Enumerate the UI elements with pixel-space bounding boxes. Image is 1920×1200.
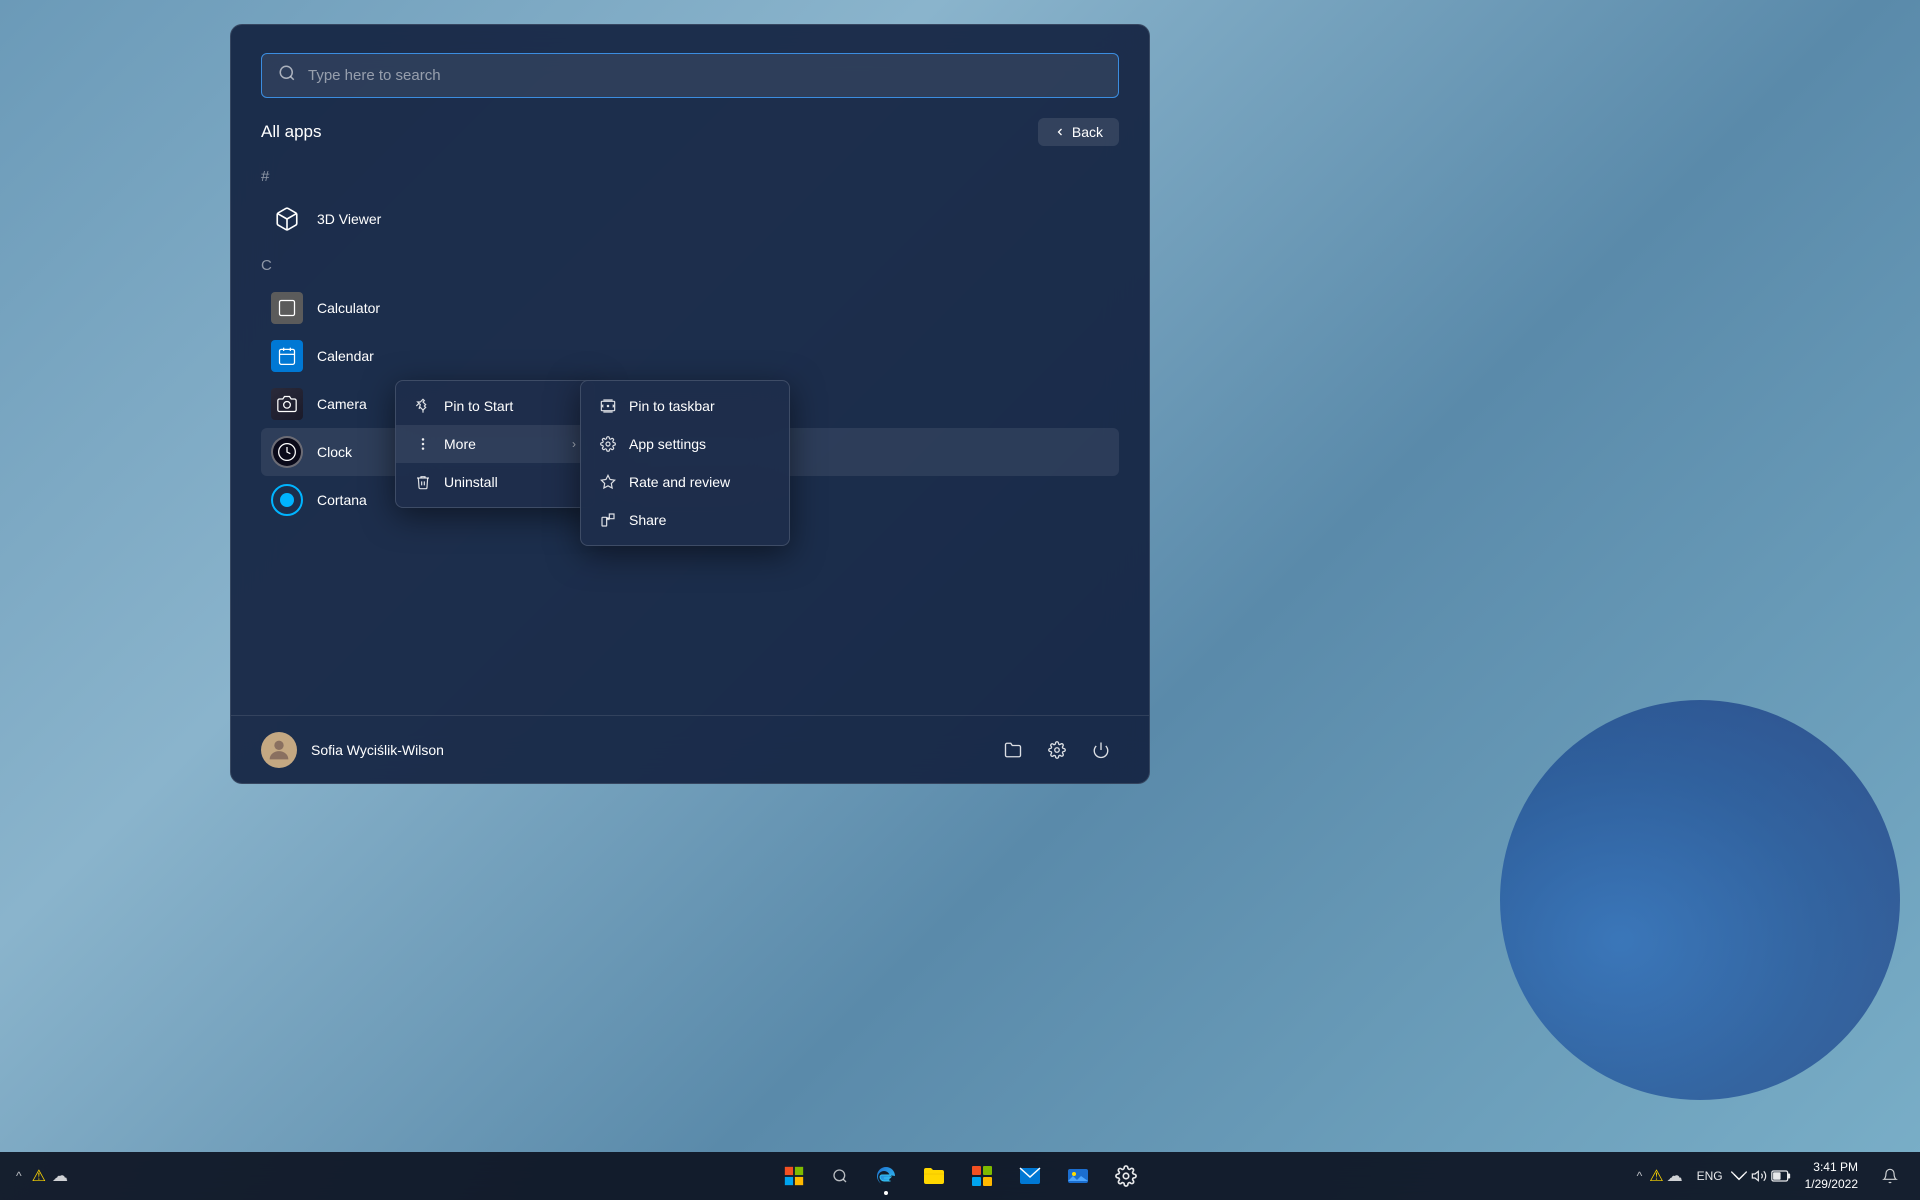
taskbar-pin-icon bbox=[599, 397, 617, 415]
sub-menu-share[interactable]: Share bbox=[581, 501, 789, 539]
more-icon bbox=[414, 435, 432, 453]
search-placeholder-text: Type here to search bbox=[308, 67, 441, 84]
section-letter-c: C bbox=[261, 253, 1119, 278]
language-indicator[interactable]: ENG bbox=[1693, 1169, 1727, 1183]
trash-icon bbox=[414, 473, 432, 491]
user-avatar[interactable] bbox=[261, 732, 297, 768]
warning-icon[interactable]: ⚠ bbox=[32, 1166, 46, 1186]
active-indicator bbox=[884, 1191, 888, 1195]
pin-to-start-label: Pin to Start bbox=[444, 398, 513, 414]
taskbar-search-button[interactable] bbox=[820, 1154, 860, 1198]
app-name-calculator: Calculator bbox=[317, 300, 380, 316]
app-name-3dviewer: 3D Viewer bbox=[317, 211, 381, 227]
app-list-header: All apps Back bbox=[261, 118, 1119, 146]
app-icon-calculator bbox=[271, 292, 303, 324]
network-icon[interactable] bbox=[1731, 1168, 1747, 1184]
rate-review-label: Rate and review bbox=[629, 474, 730, 490]
user-bar-actions bbox=[995, 732, 1119, 768]
taskbar-left: ^ ⚠ ☁ bbox=[12, 1166, 68, 1186]
taskbar-mail-button[interactable] bbox=[1008, 1154, 1052, 1198]
app-settings-label: App settings bbox=[629, 436, 706, 452]
app-icon-clock bbox=[271, 436, 303, 468]
context-menu-more[interactable]: More › bbox=[396, 425, 594, 463]
system-icons: ENG bbox=[1693, 1168, 1791, 1184]
submenu-chevron-icon: › bbox=[572, 437, 576, 451]
app-name-cortana: Cortana bbox=[317, 492, 367, 508]
app-icon-3dviewer bbox=[271, 203, 303, 235]
app-icon-calendar bbox=[271, 340, 303, 372]
more-label: More bbox=[444, 436, 476, 452]
logo-ring bbox=[1500, 700, 1900, 1100]
taskbar-photos-button[interactable] bbox=[1056, 1154, 1100, 1198]
share-icon bbox=[599, 511, 617, 529]
taskbar-clock[interactable]: 3:41 PM 1/29/2022 bbox=[1797, 1159, 1866, 1193]
app-settings-icon bbox=[599, 435, 617, 453]
taskbar-edge-button[interactable] bbox=[864, 1154, 908, 1198]
overflow-chevron-icon[interactable]: ^ bbox=[12, 1167, 26, 1185]
search-bar[interactable]: Type here to search bbox=[261, 53, 1119, 98]
sub-menu-app-settings[interactable]: App settings bbox=[581, 425, 789, 463]
battery-icon[interactable] bbox=[1771, 1169, 1791, 1183]
section-letter-hash: # bbox=[261, 164, 1119, 189]
sub-context-menu: Pin to taskbar App settings Rate and rev… bbox=[580, 380, 790, 546]
taskbar: ^ ⚠ ☁ bbox=[0, 1152, 1920, 1200]
taskbar-center bbox=[772, 1154, 1148, 1198]
start-button[interactable] bbox=[772, 1154, 816, 1198]
file-explorer-button[interactable] bbox=[995, 732, 1031, 768]
app-name-calendar: Calendar bbox=[317, 348, 374, 364]
taskbar-settings-button[interactable] bbox=[1104, 1154, 1148, 1198]
app-icon-camera bbox=[271, 388, 303, 420]
search-icon bbox=[278, 64, 296, 87]
context-menu: Pin to Start More › Uninstall bbox=[395, 380, 595, 508]
notification-area[interactable]: ^ ⚠ ☁ bbox=[1629, 1166, 1687, 1186]
app-item-3dviewer[interactable]: 3D Viewer bbox=[261, 195, 1119, 243]
user-bar: Sofia Wyciślik-Wilson bbox=[231, 715, 1149, 783]
search-input-wrapper[interactable]: Type here to search bbox=[261, 53, 1119, 98]
back-button-label: Back bbox=[1072, 124, 1103, 140]
taskbar-store-button[interactable] bbox=[960, 1154, 1004, 1198]
user-name: Sofia Wyciślik-Wilson bbox=[311, 742, 981, 758]
notification-center-button[interactable] bbox=[1872, 1158, 1908, 1194]
share-label: Share bbox=[629, 512, 666, 528]
context-menu-pin-to-start[interactable]: Pin to Start bbox=[396, 387, 594, 425]
settings-button[interactable] bbox=[1039, 732, 1075, 768]
sub-menu-pin-taskbar[interactable]: Pin to taskbar bbox=[581, 387, 789, 425]
taskbar-right: ^ ⚠ ☁ ENG 3:41 PM 1/29 bbox=[1629, 1158, 1908, 1194]
context-menu-uninstall[interactable]: Uninstall bbox=[396, 463, 594, 501]
all-apps-title: All apps bbox=[261, 122, 321, 142]
app-item-calculator[interactable]: Calculator bbox=[261, 284, 1119, 332]
back-button[interactable]: Back bbox=[1038, 118, 1119, 146]
warning-tray-icon[interactable]: ⚠ bbox=[1649, 1166, 1663, 1186]
pin-taskbar-label: Pin to taskbar bbox=[629, 398, 715, 414]
uninstall-label: Uninstall bbox=[444, 474, 498, 490]
app-icon-cortana bbox=[271, 484, 303, 516]
sub-menu-rate-review[interactable]: Rate and review bbox=[581, 463, 789, 501]
app-name-clock: Clock bbox=[317, 444, 352, 460]
desktop-decoration bbox=[1500, 700, 1920, 1120]
app-item-calendar[interactable]: Calendar bbox=[261, 332, 1119, 380]
app-name-camera: Camera bbox=[317, 396, 367, 412]
clock-time: 3:41 PM bbox=[1805, 1159, 1858, 1176]
system-tray-chevron-icon[interactable]: ^ bbox=[1633, 1167, 1647, 1185]
taskbar-file-explorer-button[interactable] bbox=[912, 1154, 956, 1198]
cloud-tray-icon[interactable]: ☁ bbox=[1667, 1166, 1683, 1186]
clock-date: 1/29/2022 bbox=[1805, 1176, 1858, 1193]
pin-icon bbox=[414, 397, 432, 415]
star-icon bbox=[599, 473, 617, 491]
volume-icon[interactable] bbox=[1751, 1168, 1767, 1184]
onedrive-cloud-icon[interactable]: ☁ bbox=[52, 1166, 68, 1186]
power-button[interactable] bbox=[1083, 732, 1119, 768]
